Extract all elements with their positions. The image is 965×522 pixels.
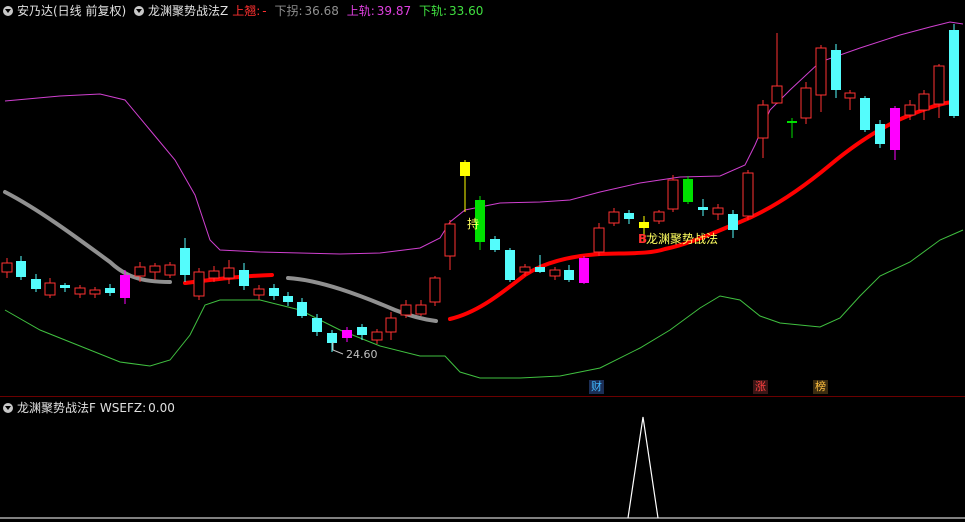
candle-body	[490, 239, 500, 250]
candle-body	[31, 279, 41, 289]
low-price-pointer	[332, 342, 344, 355]
candle-body	[269, 288, 279, 296]
candle-body	[223, 267, 235, 279]
candle-body	[890, 108, 900, 150]
candle-body	[787, 121, 797, 123]
event-tag-bang[interactable]: 榜	[813, 380, 828, 394]
candle-body	[74, 287, 86, 295]
candle-body	[357, 327, 367, 335]
candle-body	[728, 214, 738, 230]
candle-body	[519, 266, 531, 273]
candle-body	[683, 179, 693, 202]
candle-body	[800, 87, 812, 119]
candle-body	[60, 285, 70, 288]
candle-body	[564, 270, 574, 280]
candle-body	[918, 93, 930, 111]
sub-chart-panel[interactable]: 龙渊聚势战法F WSEFZ: 0.00	[0, 396, 965, 522]
candle-body	[815, 47, 827, 96]
candle-body	[327, 333, 337, 343]
candle-body	[712, 207, 724, 215]
candle-body	[164, 264, 176, 276]
candle-body	[1, 262, 13, 273]
candle-body	[149, 265, 161, 273]
candle-body	[667, 179, 679, 210]
candle-body	[134, 266, 146, 277]
candle-body	[844, 92, 856, 99]
event-tag-cai[interactable]: 财	[589, 380, 604, 394]
candle-body	[579, 258, 589, 283]
candle-body	[742, 172, 754, 217]
candle-body	[949, 30, 959, 116]
candle-body	[297, 302, 307, 316]
candle-body	[105, 288, 115, 293]
candle-body	[831, 50, 841, 90]
candle-body	[415, 304, 427, 315]
candle-body	[283, 296, 293, 302]
candle-body	[933, 65, 945, 105]
candle-body	[208, 270, 220, 279]
candle-body	[608, 211, 620, 224]
candlestick-chart[interactable]: 24.60	[0, 0, 965, 395]
wsefz-chart	[0, 416, 965, 519]
candles-group	[1, 24, 959, 352]
candle-body	[505, 250, 515, 280]
candle-body	[44, 282, 56, 296]
candle-body	[639, 222, 649, 228]
candle-body	[371, 331, 383, 341]
candle-body	[253, 288, 265, 296]
candle-body	[624, 213, 634, 219]
candle-body	[904, 104, 916, 116]
candle-body	[239, 270, 249, 286]
candle-body	[875, 124, 885, 144]
candle-body	[312, 318, 322, 332]
candle-body	[535, 267, 545, 272]
candle-body	[120, 275, 130, 298]
wsefz-spike	[627, 416, 659, 519]
candle-body	[771, 85, 783, 104]
candle-body	[385, 317, 397, 333]
candle-body	[757, 104, 769, 139]
low-price-label: 24.60	[346, 348, 378, 361]
main-chart-panel[interactable]: 安乃达(日线 前复权) 龙渊聚势战法Z 上翘: - 下拐: 36.68 上轨: 39.8…	[0, 0, 965, 395]
candle-body	[342, 330, 352, 338]
candle-body	[193, 271, 205, 297]
candle-body	[698, 207, 708, 210]
event-tag-zhang[interactable]: 涨	[753, 380, 768, 394]
candle-body	[593, 227, 605, 253]
candle-body	[460, 162, 470, 176]
hold-label: 持	[467, 217, 480, 231]
candle-body	[429, 277, 441, 303]
candle-body	[653, 211, 665, 222]
strategy-label: 龙渊聚势战法	[646, 232, 719, 246]
candle-body	[400, 304, 412, 316]
candle-body	[89, 289, 101, 295]
candle-body	[549, 269, 561, 277]
candle-body	[860, 98, 870, 130]
candle-body	[444, 223, 456, 257]
candle-body	[180, 248, 190, 275]
candle-body	[16, 261, 26, 277]
